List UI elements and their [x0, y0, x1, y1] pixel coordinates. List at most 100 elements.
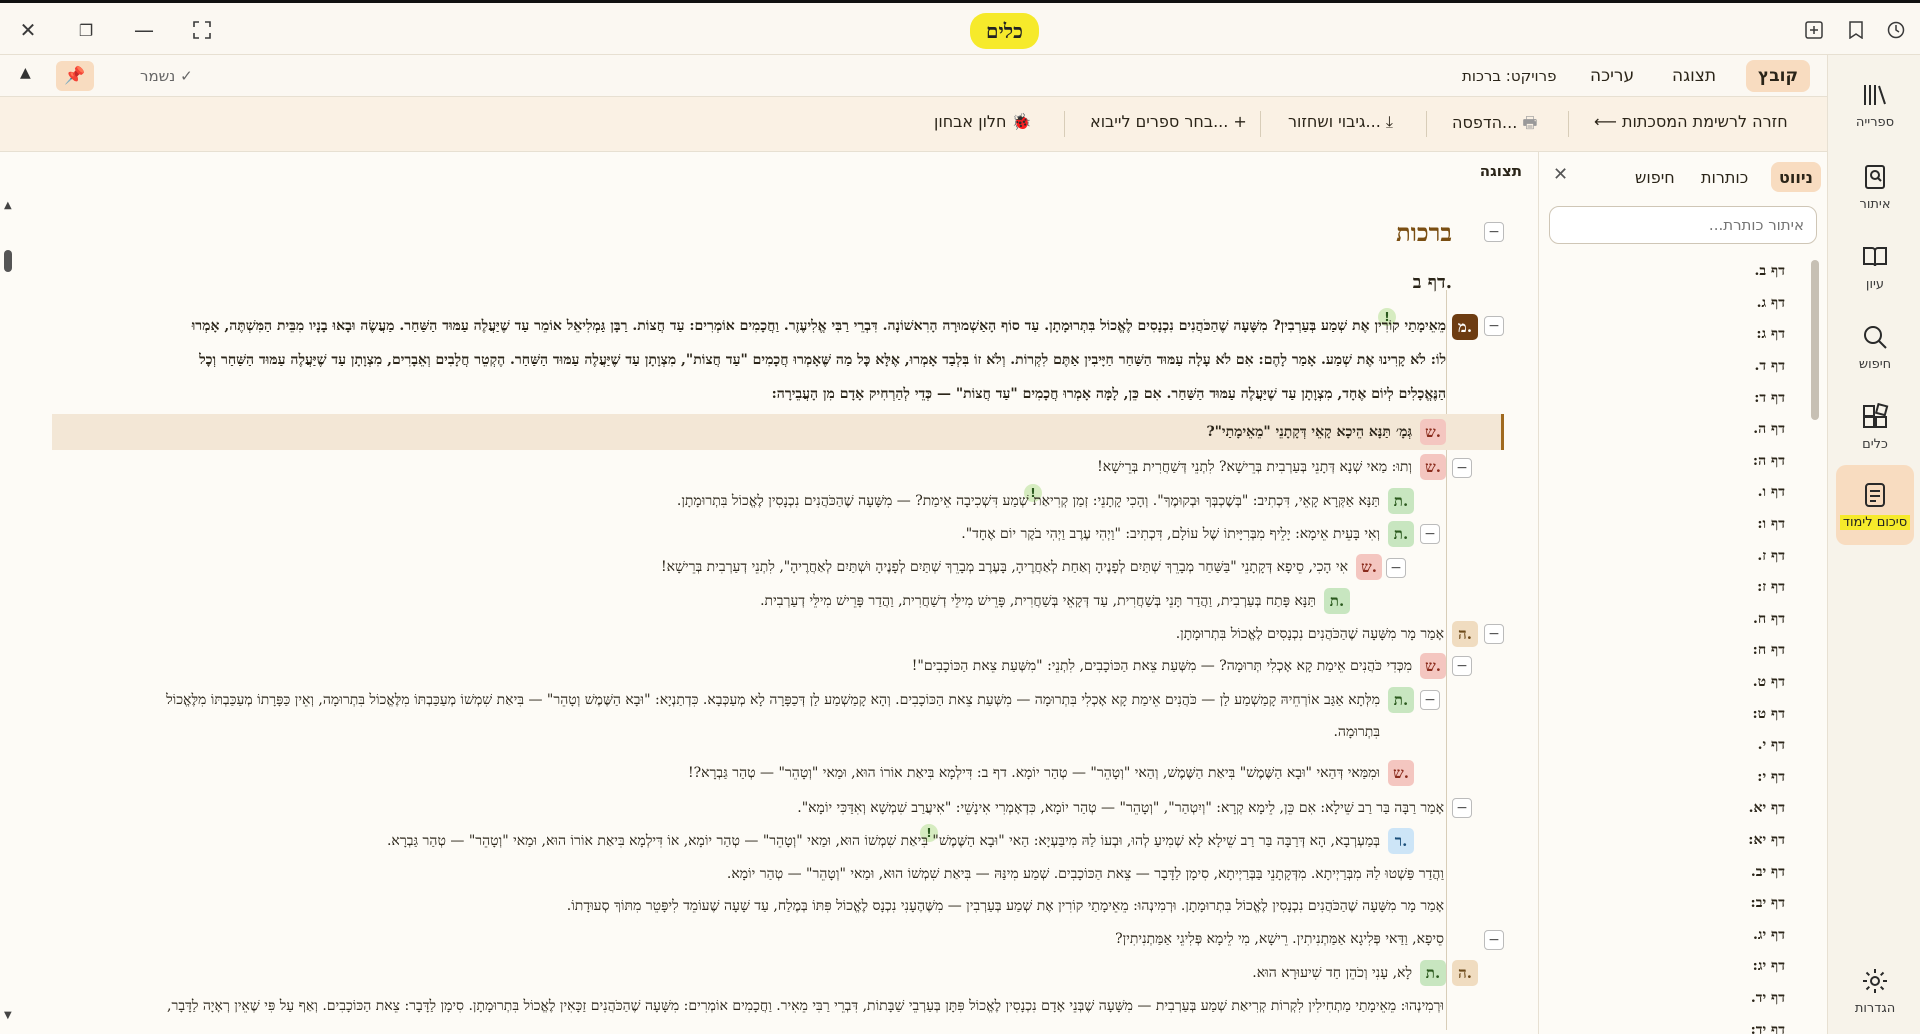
- navigation-panel: ניווט כותרות חיפוש ✕ דף ב.דף ג.דף ג:דף ד…: [1538, 152, 1827, 1034]
- daf-list-item[interactable]: דף יא:: [1539, 825, 1809, 857]
- diagnostics-label: חלון אבחון: [934, 112, 1007, 131]
- bug-icon: 🐞: [1011, 112, 1032, 131]
- daf-list-item[interactable]: דף יד.: [1539, 983, 1809, 1015]
- collapse-toggle[interactable]: −: [1484, 930, 1504, 950]
- daf-list-item[interactable]: דף ה.: [1539, 414, 1809, 446]
- search-icon: [1864, 325, 1887, 349]
- daf-list-item[interactable]: דף ב.: [1539, 256, 1809, 288]
- daf-list-item[interactable]: דף יב:: [1539, 888, 1809, 920]
- badge-statement: ה.: [1452, 621, 1478, 647]
- sidebar-item-label: ספרייה: [1855, 114, 1895, 130]
- daf-list-item[interactable]: דף ו.: [1539, 477, 1809, 509]
- daf-list-item[interactable]: דף יא.: [1539, 793, 1809, 825]
- daf-list-item[interactable]: דף ח:: [1539, 635, 1809, 667]
- text-view: ▲ ▼ − ברכות דף ב. − מ. ! מֵאֵימָתַי קוֹר…: [0, 190, 1538, 1034]
- tab-navigation[interactable]: ניווט: [1771, 162, 1821, 192]
- locate-icon: [1865, 164, 1885, 189]
- heading-search-input[interactable]: [1549, 206, 1817, 244]
- daf-list-item[interactable]: דף ז:: [1539, 572, 1809, 604]
- restore-window-icon[interactable]: ❐: [70, 15, 102, 45]
- minimize-icon[interactable]: —: [128, 15, 160, 45]
- daf-list-item[interactable]: דף ח.: [1539, 604, 1809, 636]
- badge-mishna: מ.: [1452, 314, 1478, 340]
- daf-list-item[interactable]: דף ז.: [1539, 540, 1809, 572]
- new-tab-icon[interactable]: [1798, 15, 1830, 45]
- daf-list-item[interactable]: דף יד:: [1539, 1014, 1809, 1034]
- badge-statement: ה.: [1452, 960, 1478, 986]
- daf-list-item[interactable]: דף י:: [1539, 762, 1809, 794]
- daf-list-item[interactable]: דף ט.: [1539, 667, 1809, 699]
- back-to-tractates-button[interactable]: ⟵ חזרה לרשימת המסכתות: [1594, 112, 1788, 131]
- scroll-up-icon[interactable]: ▲: [4, 200, 12, 211]
- gemara-line: אִי הָכִי, סֵיפָא דְּקָתָנֵי "בַּשַּׁחַר…: [660, 559, 1348, 575]
- gemara-line: מִלְּתָא אַגַּב אוֹרְחֵיהּ קָמַשְׁמַע לַ…: [166, 692, 1380, 708]
- badge-question: ש.: [1420, 419, 1446, 445]
- daf-list-item[interactable]: דף ג:: [1539, 319, 1809, 351]
- badge-question: ש.: [1388, 760, 1414, 786]
- fullscreen-icon[interactable]: [186, 15, 218, 45]
- badge-question: ש.: [1356, 554, 1382, 580]
- collapse-toggle[interactable]: −: [1484, 222, 1504, 242]
- content-panel: תצוגה ▲ ▼ − ברכות דף ב. − מ. ! מֵאֵימָתַ…: [0, 152, 1538, 1034]
- tractate-title: ברכות: [1396, 218, 1452, 247]
- menu-view[interactable]: תצוגה: [1660, 60, 1728, 92]
- daf-list-item[interactable]: דף ד:: [1539, 382, 1809, 414]
- sidebar-item-locate[interactable]: איתור: [1836, 151, 1914, 223]
- nav-scrollbar[interactable]: [1811, 260, 1819, 420]
- daf-list-item[interactable]: דף ו:: [1539, 509, 1809, 541]
- sidebar-item-tools[interactable]: כלים: [1836, 391, 1914, 463]
- collapse-toggle[interactable]: −: [1420, 690, 1440, 710]
- sidebar-item-library[interactable]: ספרייה: [1836, 69, 1914, 141]
- collapse-toggle[interactable]: −: [1386, 558, 1406, 578]
- pin-icon: 📌: [64, 66, 86, 86]
- daf-list-item[interactable]: דף ד.: [1539, 351, 1809, 383]
- sidebar-item-study-summary[interactable]: סיכום לימוד: [1836, 465, 1914, 545]
- tab-search[interactable]: חיפוש: [1627, 162, 1683, 192]
- scroll-down-icon[interactable]: ▼: [4, 1010, 12, 1021]
- print-button[interactable]: הדפסה... 🖶: [1452, 112, 1537, 139]
- toolbar-divider: [1064, 111, 1065, 137]
- gemara-line: בְּמַעְרְבָא, הָא דְּרַבָּה בַּר רַב שֵׁ…: [386, 833, 1380, 849]
- gemara-line: וּמִמַּאי דְּהַאי "וּבָא הַשֶּׁמֶשׁ" בִּ…: [687, 765, 1380, 781]
- daf-list-item[interactable]: דף י.: [1539, 730, 1809, 762]
- badge-answer: ת.: [1388, 488, 1414, 514]
- gemara-line: בִּתְרוּמָה.: [1333, 724, 1380, 740]
- close-icon[interactable]: ✕: [12, 15, 44, 45]
- collapse-toggle[interactable]: −: [1452, 656, 1472, 676]
- import-books-button[interactable]: בחר ספרים לייבוא... +: [1090, 112, 1247, 131]
- close-panel-icon[interactable]: ✕: [1553, 164, 1568, 185]
- backup-restore-button[interactable]: גיבוי ושחזור... ⤓: [1288, 112, 1393, 132]
- gemara-line: סֵיפָא, וַדַּאי פְּלִיגָא אַמַּתְנִיתִין…: [1115, 931, 1444, 947]
- bookmark-icon[interactable]: [1840, 15, 1872, 45]
- daf-list-item[interactable]: דף ה:: [1539, 446, 1809, 478]
- history-icon[interactable]: [1880, 15, 1912, 45]
- gemara-line: וּרְמִינְהוּ: מֵאֵימָתַי מַתְחִילִין לִק…: [167, 998, 1444, 1014]
- daf-list-item[interactable]: דף ט:: [1539, 698, 1809, 730]
- sidebar-item-settings[interactable]: הגדרות: [1836, 955, 1914, 1027]
- toolbar: ⟵ חזרה לרשימת המסכתות הדפסה... 🖶 גיבוי ו…: [0, 97, 1827, 152]
- menu-file[interactable]: קובץ: [1746, 60, 1810, 92]
- collapse-toolbar-icon[interactable]: ▲: [20, 65, 31, 81]
- gemara-line: אָמַר רַבָּה בַּר רַב שֵׁילָא: אִם כֵּן,…: [797, 800, 1444, 816]
- daf-list-item[interactable]: דף יג:: [1539, 951, 1809, 983]
- menu-edit[interactable]: עריכה: [1578, 60, 1646, 92]
- collapse-toggle[interactable]: −: [1452, 458, 1472, 478]
- daf-list-item[interactable]: דף יב.: [1539, 856, 1809, 888]
- sidebar-item-study[interactable]: עיון: [1836, 231, 1914, 303]
- collapse-toggle[interactable]: −: [1484, 624, 1504, 644]
- diagnostics-button[interactable]: חלון אבחון 🐞: [934, 112, 1031, 131]
- collapse-toggle[interactable]: −: [1452, 798, 1472, 818]
- pin-button[interactable]: 📌: [56, 61, 94, 91]
- print-label: הדפסה...: [1452, 113, 1518, 132]
- book-open-icon: [1863, 246, 1887, 266]
- sidebar-item-search[interactable]: חיפוש: [1836, 311, 1914, 383]
- daf-list-item[interactable]: דף יג.: [1539, 919, 1809, 951]
- collapse-toggle[interactable]: −: [1420, 524, 1440, 544]
- import-label: בחר ספרים לייבוא...: [1090, 112, 1229, 131]
- content-scrollbar[interactable]: [4, 250, 12, 272]
- collapse-toggle[interactable]: −: [1484, 316, 1504, 336]
- tab-headings[interactable]: כותרות: [1693, 162, 1756, 192]
- daf-list-item[interactable]: דף ג.: [1539, 288, 1809, 320]
- tools-icon: [1863, 402, 1889, 428]
- mishna-line: לוֹ: לֹא קָרִינוּ אֶת שְׁמַע. אָמַר לָהֶ…: [199, 352, 1446, 368]
